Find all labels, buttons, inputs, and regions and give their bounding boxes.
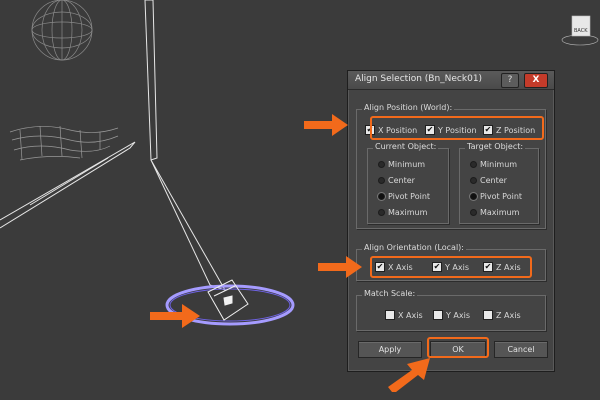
radio-icon[interactable] xyxy=(470,209,477,216)
scale-x-check-icon[interactable] xyxy=(385,310,395,320)
x-position-checkbox[interactable]: ✔ X Position xyxy=(365,125,417,135)
radio-icon[interactable] xyxy=(470,161,477,168)
align-position-label: Align Position (World): xyxy=(362,103,455,112)
match-scale-group: Match Scale: X Axis Y Axis Z Axis xyxy=(356,289,546,331)
dialog-title: Align Selection (Bn_Neck01) xyxy=(355,74,483,84)
dialog-titlebar[interactable]: Align Selection (Bn_Neck01) ? X xyxy=(348,71,554,90)
orient-y-label: Y Axis xyxy=(445,262,470,272)
target-maximum-radio[interactable]: Maximum xyxy=(470,208,519,217)
target-pivot-point-radio[interactable]: Pivot Point xyxy=(470,192,522,201)
scale-z-check-icon[interactable] xyxy=(483,310,493,320)
orient-x-check-icon[interactable]: ✔ xyxy=(375,262,385,272)
apply-button[interactable]: Apply xyxy=(358,341,422,358)
current-center-radio[interactable]: Center xyxy=(378,176,415,185)
arrow-up-right-icon xyxy=(388,358,430,392)
orient-y-axis-checkbox[interactable]: ✔ Y Axis xyxy=(432,262,469,272)
option-label: Maximum xyxy=(480,208,520,217)
z-position-label: Z Position xyxy=(496,125,536,135)
ok-button[interactable]: OK xyxy=(430,341,486,358)
cancel-button[interactable]: Cancel xyxy=(494,341,548,358)
orient-x-label: X Axis xyxy=(388,262,413,272)
target-minimum-radio[interactable]: Minimum xyxy=(470,160,517,169)
option-label: Pivot Point xyxy=(388,192,431,201)
svg-text:BACK: BACK xyxy=(574,28,588,34)
orient-z-check-icon[interactable]: ✔ xyxy=(483,262,493,272)
z-position-checkbox[interactable]: ✔ Z Position xyxy=(483,125,535,135)
scale-z-label: Z Axis xyxy=(496,310,521,320)
arrow-right-icon xyxy=(150,304,200,328)
option-label: Minimum xyxy=(480,160,518,169)
orient-z-label: Z Axis xyxy=(496,262,521,272)
wireframe-band xyxy=(9,125,119,161)
radio-icon[interactable] xyxy=(470,177,477,184)
orient-z-axis-checkbox[interactable]: ✔ Z Axis xyxy=(483,262,521,272)
current-maximum-radio[interactable]: Maximum xyxy=(378,208,427,217)
x-position-label: X Position xyxy=(378,125,418,135)
viewcube-icon: BACK xyxy=(561,15,599,46)
option-label: Maximum xyxy=(388,208,428,217)
radio-icon[interactable] xyxy=(378,209,385,216)
scale-z-axis-checkbox[interactable]: Z Axis xyxy=(483,310,521,320)
orient-y-check-icon[interactable]: ✔ xyxy=(432,262,442,272)
scale-y-check-icon[interactable] xyxy=(433,310,443,320)
option-label: Pivot Point xyxy=(480,192,523,201)
scale-x-axis-checkbox[interactable]: X Axis xyxy=(385,310,423,320)
close-icon[interactable]: X xyxy=(524,73,548,88)
current-object-group: Current Object: Minimum Center Pivot Poi… xyxy=(367,142,449,224)
current-pivot-point-radio[interactable]: Pivot Point xyxy=(378,192,430,201)
align-orientation-group: Align Orientation (Local): ✔ X Axis ✔ Y … xyxy=(356,243,546,281)
wireframe-sphere xyxy=(31,0,93,61)
y-position-check-icon[interactable]: ✔ xyxy=(425,125,435,135)
option-label: Center xyxy=(388,176,415,185)
z-position-check-icon[interactable]: ✔ xyxy=(483,125,493,135)
help-icon[interactable]: ? xyxy=(501,73,519,88)
radio-selected-icon[interactable] xyxy=(378,193,385,200)
target-object-group: Target Object: Minimum Center Pivot Poin… xyxy=(459,142,539,224)
current-minimum-radio[interactable]: Minimum xyxy=(378,160,425,169)
radio-selected-icon[interactable] xyxy=(470,193,477,200)
align-selection-dialog: Align Selection (Bn_Neck01) ? X Align Po… xyxy=(347,70,555,372)
option-label: Center xyxy=(480,176,507,185)
match-scale-label: Match Scale: xyxy=(362,289,418,298)
y-position-label: Y Position xyxy=(438,125,477,135)
orient-x-axis-checkbox[interactable]: ✔ X Axis xyxy=(375,262,413,272)
x-position-check-icon[interactable]: ✔ xyxy=(365,125,375,135)
option-label: Minimum xyxy=(388,160,426,169)
scale-x-label: X Axis xyxy=(398,310,423,320)
bone-wireframe xyxy=(0,0,227,291)
arrow-right-icon xyxy=(304,114,348,136)
radio-icon[interactable] xyxy=(378,161,385,168)
align-position-group: Align Position (World): ✔ X Position ✔ Y… xyxy=(356,103,546,229)
arrow-right-icon xyxy=(318,256,362,278)
current-object-label: Current Object: xyxy=(373,142,439,151)
target-center-radio[interactable]: Center xyxy=(470,176,507,185)
y-position-checkbox[interactable]: ✔ Y Position xyxy=(425,125,477,135)
radio-icon[interactable] xyxy=(378,177,385,184)
scale-y-axis-checkbox[interactable]: Y Axis xyxy=(433,310,470,320)
align-orientation-label: Align Orientation (Local): xyxy=(362,243,466,252)
target-object-label: Target Object: xyxy=(465,142,526,151)
scale-y-label: Y Axis xyxy=(446,310,471,320)
